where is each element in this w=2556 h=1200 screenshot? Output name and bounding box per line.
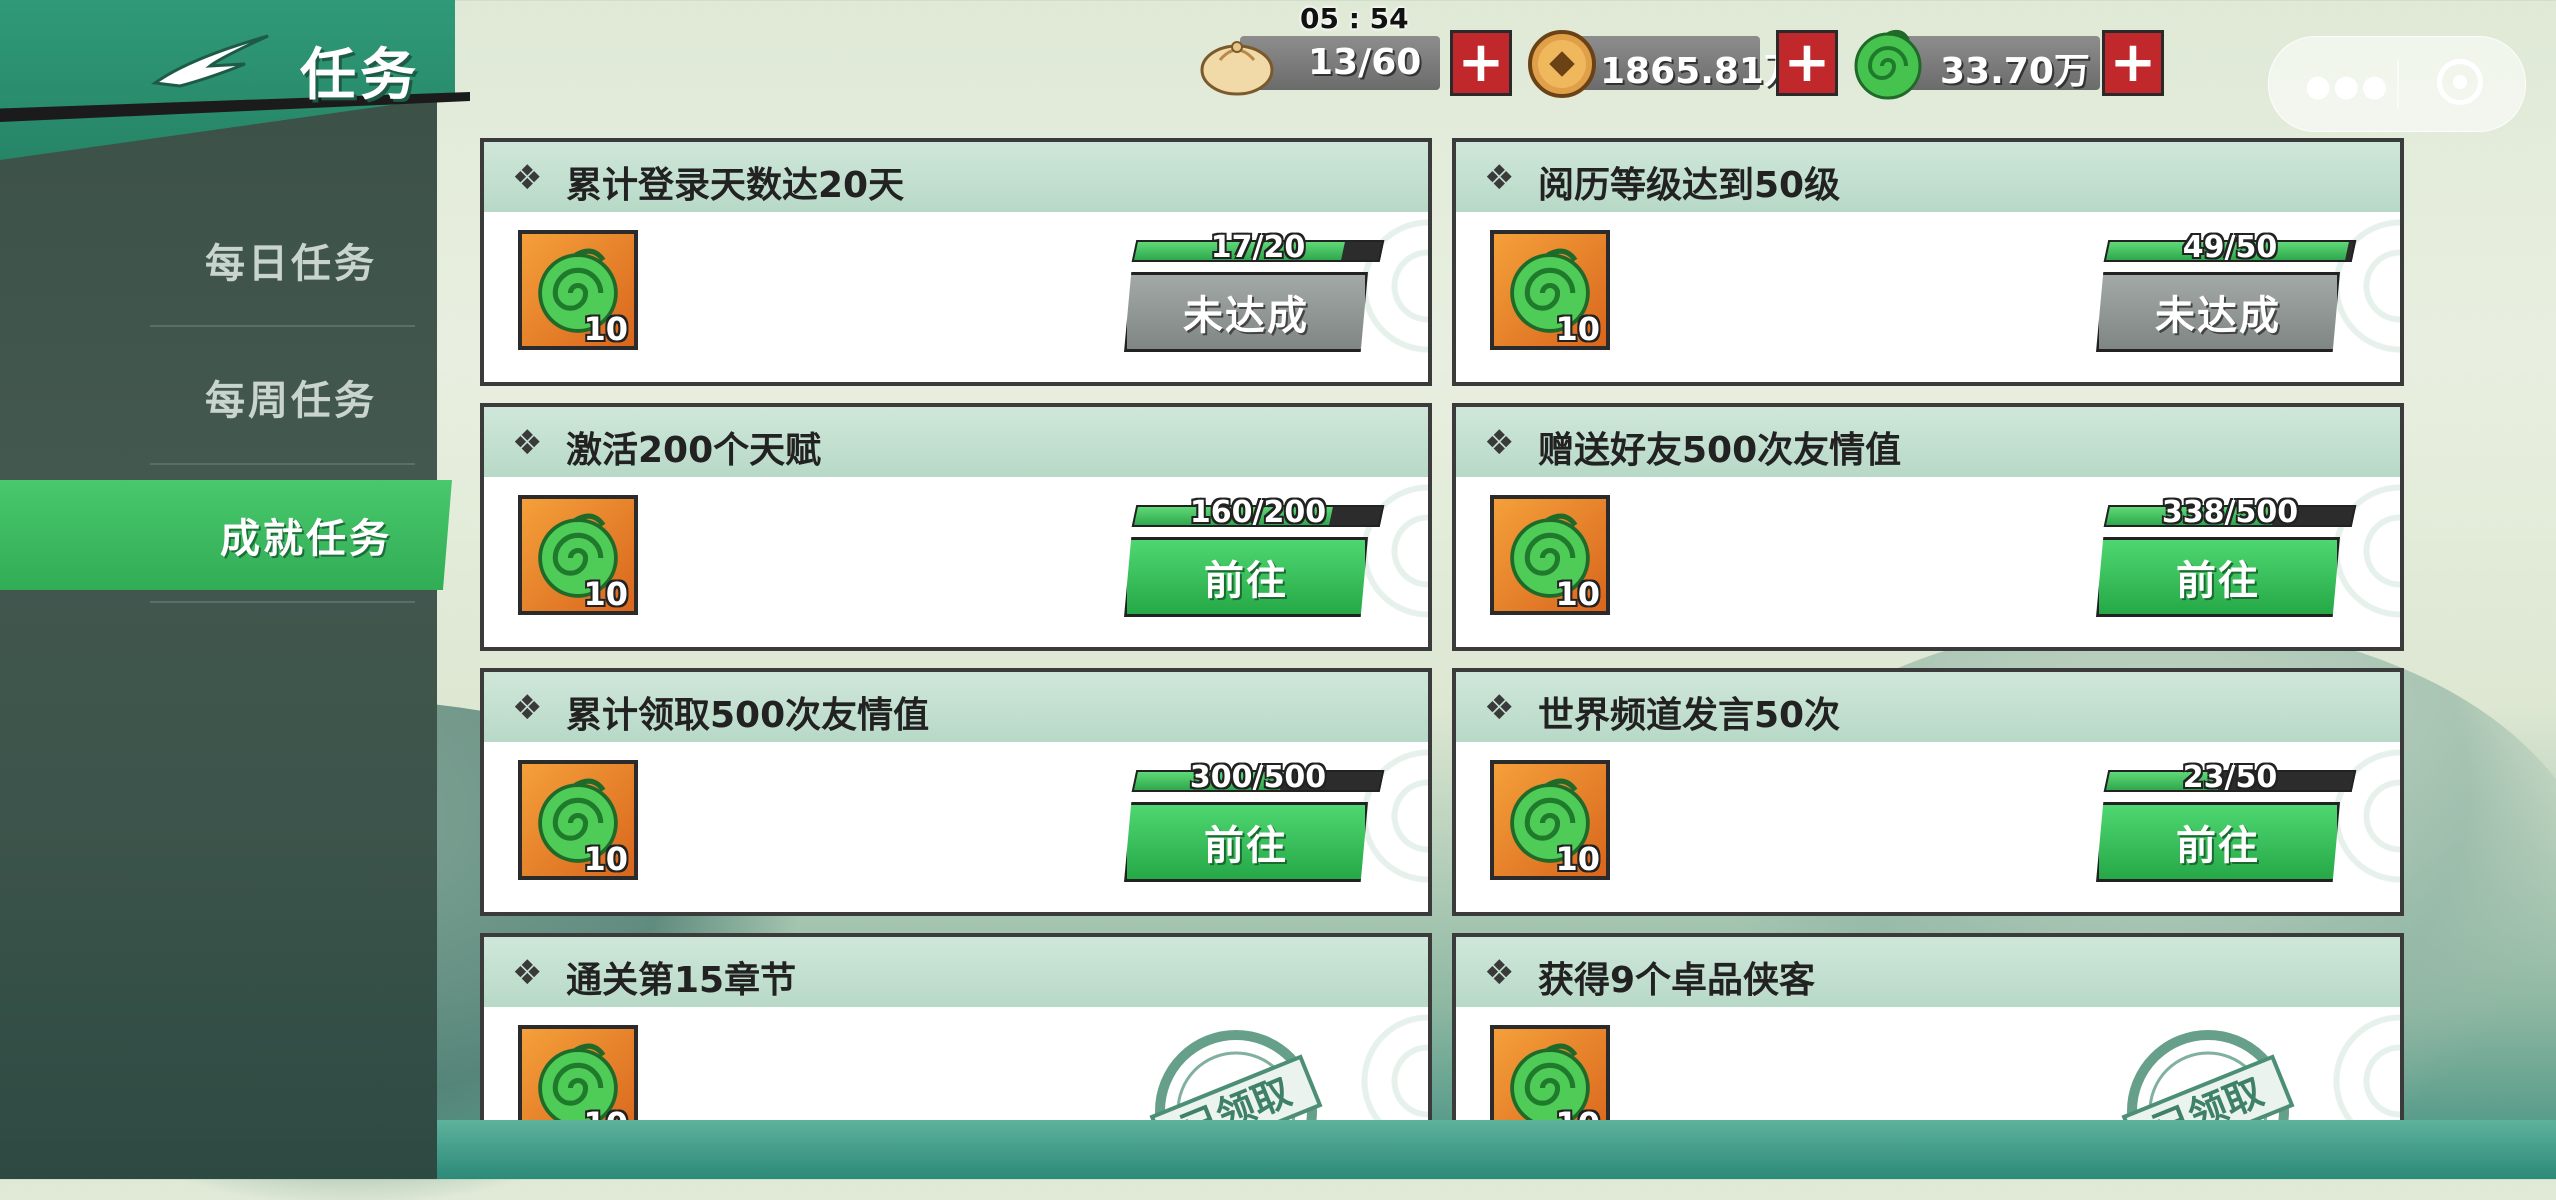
goto-button[interactable]: 前往 bbox=[2096, 537, 2340, 617]
reward-quantity: 10 bbox=[583, 310, 628, 348]
progress-text: 160/200 bbox=[1189, 495, 1327, 530]
task-card: ❖ 激活200个天赋 10 160/200 前往 bbox=[480, 403, 1432, 651]
claimed-stamp: 已领取 bbox=[1149, 1030, 1323, 1120]
claimed-stamp: 已领取 bbox=[2121, 1030, 2295, 1120]
reward-item[interactable]: 10 bbox=[518, 760, 638, 880]
reward-item[interactable]: 10 bbox=[1490, 760, 1610, 880]
task-header: ❖ 阅历等级达到50级 bbox=[1456, 142, 2400, 212]
capsule-divider bbox=[2397, 59, 2399, 109]
reward-item[interactable]: 10 bbox=[1490, 495, 1610, 615]
reward-item[interactable]: 10 bbox=[518, 495, 638, 615]
sidebar-item-weekly[interactable]: 每周任务 bbox=[0, 342, 437, 452]
reward-quantity: 10 bbox=[1555, 310, 1600, 348]
task-title: 激活200个天赋 bbox=[566, 430, 822, 471]
background-water bbox=[437, 1120, 2556, 1179]
coin-value: 1865.81万 bbox=[1600, 51, 1800, 92]
stamina-value: 13/60 bbox=[1308, 42, 1422, 83]
sidebar-divider bbox=[150, 601, 415, 603]
task-header: ❖ 累计登录天数达20天 bbox=[484, 142, 1428, 212]
diamond-bullet-icon: ❖ bbox=[1484, 423, 1515, 463]
reward-quantity: 10 bbox=[1555, 840, 1600, 878]
diamond-bullet-icon: ❖ bbox=[512, 423, 543, 463]
task-title: 赠送好友500次友情值 bbox=[1538, 430, 1902, 471]
goto-button[interactable]: 前往 bbox=[2096, 802, 2340, 882]
swallow-logo-icon bbox=[150, 34, 269, 88]
task-card: ❖ 阅历等级达到50级 10 49/50 未达成 bbox=[1452, 138, 2404, 386]
diamond-bullet-icon: ❖ bbox=[1484, 953, 1515, 993]
progress-text: 23/50 bbox=[2182, 760, 2278, 795]
task-title: 世界频道发言50次 bbox=[1538, 695, 1841, 736]
incomplete-button[interactable]: 未达成 bbox=[1124, 272, 1368, 352]
progress-text: 49/50 bbox=[2182, 230, 2278, 265]
diamond-bullet-icon: ❖ bbox=[512, 158, 543, 198]
reward-item[interactable]: 10 bbox=[518, 1025, 638, 1120]
task-title: 阅历等级达到50级 bbox=[1538, 165, 1841, 206]
page-title: 任务 bbox=[300, 42, 420, 108]
reward-item[interactable]: 10 bbox=[518, 230, 638, 350]
incomplete-button[interactable]: 未达成 bbox=[2096, 272, 2340, 352]
goto-button[interactable]: 前往 bbox=[1124, 802, 1368, 882]
task-header: ❖ 通关第15章节 bbox=[484, 937, 1428, 1007]
sidebar-item-achievement[interactable]: 成就任务 bbox=[0, 480, 452, 590]
reward-item[interactable]: 10 bbox=[1490, 1025, 1610, 1120]
svg-text:已领取: 已领取 bbox=[2147, 1069, 2269, 1120]
task-header: ❖ 激活200个天赋 bbox=[484, 407, 1428, 477]
diamond-bullet-icon: ❖ bbox=[1484, 158, 1515, 198]
reward-item[interactable]: 10 bbox=[1490, 230, 1610, 350]
task-header: ❖ 获得9个卓品侠客 bbox=[1456, 937, 2400, 1007]
goto-button[interactable]: 前往 bbox=[1124, 537, 1368, 617]
task-title: 获得9个卓品侠客 bbox=[1538, 960, 1816, 1001]
diamond-bullet-icon: ❖ bbox=[1484, 688, 1515, 728]
jade-icon bbox=[1854, 30, 1922, 100]
add-coin-button[interactable]: + bbox=[1776, 30, 1838, 96]
sidebar-item-daily[interactable]: 每日任务 bbox=[0, 205, 437, 315]
reward-quantity: 10 bbox=[1555, 1105, 1600, 1120]
task-title: 累计登录天数达20天 bbox=[566, 165, 905, 206]
miniprogram-capsule: ●●● bbox=[2268, 36, 2526, 132]
reward-quantity: 10 bbox=[583, 575, 628, 613]
svg-text:已领取: 已领取 bbox=[1175, 1069, 1297, 1120]
reward-quantity: 10 bbox=[1555, 575, 1600, 613]
steamed-bun-icon bbox=[1200, 41, 1274, 96]
task-list[interactable]: ❖ 累计登录天数达20天 10 17/20 未达成 ❖ 阅历等级达到50级 10… bbox=[480, 138, 2404, 1120]
task-header: ❖ 累计领取500次友情值 bbox=[484, 672, 1428, 742]
task-header: ❖ 赠送好友500次友情值 bbox=[1456, 407, 2400, 477]
diamond-bullet-icon: ❖ bbox=[512, 953, 543, 993]
task-header: ❖ 世界频道发言50次 bbox=[1456, 672, 2400, 742]
add-jade-button[interactable]: + bbox=[2102, 30, 2164, 96]
progress-text: 338/500 bbox=[2161, 495, 2299, 530]
more-icon[interactable]: ●●● bbox=[2305, 69, 2390, 104]
clock: 05 : 54 bbox=[1300, 2, 1409, 35]
sidebar-divider bbox=[150, 463, 415, 465]
progress-text: 17/20 bbox=[1210, 230, 1306, 265]
diamond-bullet-icon: ❖ bbox=[512, 688, 543, 728]
task-title: 通关第15章节 bbox=[566, 960, 797, 1001]
close-target-icon[interactable] bbox=[2437, 59, 2483, 105]
copper-coin-icon bbox=[1528, 30, 1596, 98]
progress-text: 300/500 bbox=[1189, 760, 1327, 795]
reward-quantity: 10 bbox=[583, 1105, 628, 1120]
task-card: ❖ 累计领取500次友情值 10 300/500 前往 bbox=[480, 668, 1432, 916]
sidebar-divider bbox=[150, 325, 415, 327]
task-card: ❖ 赠送好友500次友情值 10 338/500 前往 bbox=[1452, 403, 2404, 651]
task-card: ❖ 获得9个卓品侠客 10 已领取 bbox=[1452, 933, 2404, 1120]
jade-value: 33.70万 bbox=[1940, 51, 2090, 92]
task-card: ❖ 通关第15章节 10 已领取 bbox=[480, 933, 1432, 1120]
task-card: ❖ 累计登录天数达20天 10 17/20 未达成 bbox=[480, 138, 1432, 386]
add-stamina-button[interactable]: + bbox=[1450, 30, 1512, 96]
task-card: ❖ 世界频道发言50次 10 23/50 前往 bbox=[1452, 668, 2404, 916]
reward-quantity: 10 bbox=[583, 840, 628, 878]
task-title: 累计领取500次友情值 bbox=[566, 695, 930, 736]
